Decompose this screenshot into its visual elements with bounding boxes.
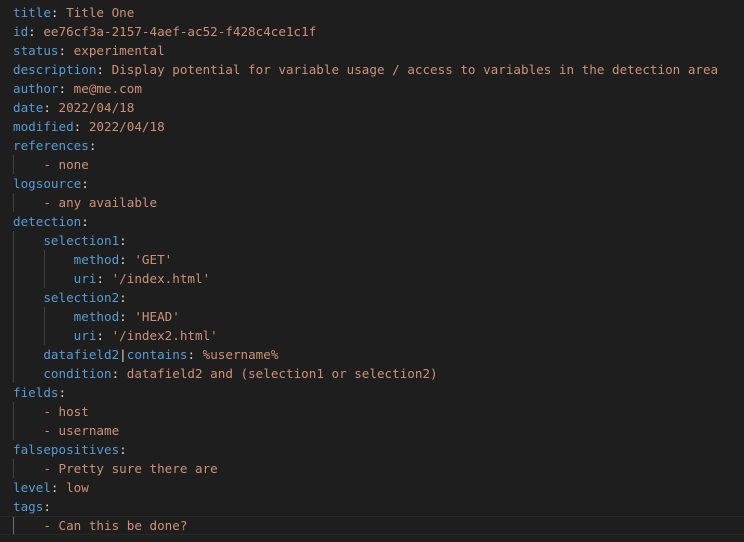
- indent-guide: [13, 288, 14, 307]
- indent-guide-active: [13, 517, 14, 534]
- code-line-id[interactable]: id: ee76cf3a-2157-4aef-ac52-f428c4ce1c1f: [0, 22, 744, 41]
- yaml-value: datafield2 and (selection1 or selection2…: [126, 366, 438, 381]
- yaml-key: modified: [13, 119, 74, 134]
- code-line-date[interactable]: date: 2022/04/18: [0, 98, 744, 117]
- yaml-key: description: [13, 62, 97, 77]
- code-line-selection1[interactable]: selection1:: [0, 231, 744, 250]
- yaml-value: '/index.html': [111, 271, 211, 286]
- yaml-value: ee76cf3a-2157-4aef-ac52-f428c4ce1c1f: [43, 24, 317, 39]
- yaml-list-item: - Pretty sure there are: [43, 461, 218, 476]
- yaml-list-item: - Can this be done?: [43, 518, 188, 533]
- code-line-datafield[interactable]: datafield2|contains: %username%: [0, 345, 744, 364]
- indent-guide: [13, 307, 14, 326]
- yaml-key: title: [13, 5, 51, 20]
- indent-guide: [44, 307, 45, 326]
- code-line-references-item[interactable]: - none: [0, 155, 744, 174]
- yaml-value: 'HEAD': [134, 309, 180, 324]
- yaml-value: '/index2.html': [111, 328, 218, 343]
- code-line-selection1-method[interactable]: method: 'GET': [0, 250, 744, 269]
- code-line-description[interactable]: description: Display potential for varia…: [0, 60, 744, 79]
- yaml-key: selection2: [43, 290, 120, 305]
- code-line-falsepositives-item[interactable]: - Pretty sure there are: [0, 459, 744, 478]
- yaml-key: status: [13, 43, 59, 58]
- yaml-value: low: [66, 480, 89, 495]
- code-line-fields-item[interactable]: - host: [0, 402, 744, 421]
- indent-guide: [13, 250, 14, 269]
- yaml-key: id: [13, 24, 29, 39]
- yaml-key: tags: [13, 499, 44, 514]
- yaml-key: method: [73, 309, 120, 324]
- code-line-fields-item[interactable]: - username: [0, 421, 744, 440]
- indent-guide: [13, 231, 14, 250]
- indent-guide: [13, 193, 14, 212]
- code-line-selection1-uri[interactable]: uri: '/index.html': [0, 269, 744, 288]
- yaml-value: 'GET': [134, 252, 173, 267]
- yaml-list-item: - host: [43, 404, 89, 419]
- yaml-key: detection: [13, 214, 82, 229]
- yaml-key: datafield2: [43, 347, 120, 362]
- code-line-fields[interactable]: fields:: [0, 383, 744, 402]
- code-line-condition[interactable]: condition: datafield2 and (selection1 or…: [0, 364, 744, 383]
- indent-guide: [13, 155, 14, 174]
- indent-guide: [13, 459, 14, 478]
- code-line-tags-item-current[interactable]: - Can this be done?: [0, 516, 744, 535]
- yaml-key: fields: [13, 385, 59, 400]
- yaml-key: condition: [43, 366, 112, 381]
- indent-guide: [44, 326, 45, 345]
- code-line-detection[interactable]: detection:: [0, 212, 744, 231]
- code-line-references[interactable]: references:: [0, 136, 744, 155]
- yaml-key: falsepositives: [13, 442, 120, 457]
- code-line-falsepositives[interactable]: falsepositives:: [0, 440, 744, 459]
- indent-guide: [13, 364, 14, 383]
- indent-guide: [44, 269, 45, 288]
- yaml-key: author: [13, 81, 59, 96]
- yaml-key: date: [13, 100, 44, 115]
- yaml-value: Display potential for variable usage / a…: [111, 62, 719, 77]
- code-line-logsource[interactable]: logsource:: [0, 174, 744, 193]
- yaml-value: 2022/04/18: [88, 119, 165, 134]
- yaml-value: 2022/04/18: [58, 100, 135, 115]
- indent-guide: [13, 345, 14, 364]
- indent-guide: [13, 402, 14, 421]
- indent-guide: [13, 326, 14, 345]
- yaml-key: uri: [73, 328, 97, 343]
- yaml-value: %username%: [202, 347, 279, 362]
- yaml-key-modifier: contains: [126, 347, 188, 362]
- code-line-level[interactable]: level: low: [0, 478, 744, 497]
- code-line-tags[interactable]: tags:: [0, 497, 744, 516]
- yaml-list-item: - any available: [43, 195, 158, 210]
- yaml-key: selection1: [43, 233, 120, 248]
- yaml-key: method: [73, 252, 120, 267]
- yaml-key: level: [13, 480, 51, 495]
- code-line-modified[interactable]: modified: 2022/04/18: [0, 117, 744, 136]
- indent-guide: [44, 250, 45, 269]
- yaml-value: me@me.com: [73, 81, 142, 96]
- code-line-title[interactable]: title: Title One: [0, 3, 744, 22]
- yaml-list-item: - username: [43, 423, 120, 438]
- yaml-list-item: - none: [43, 157, 89, 172]
- yaml-value: experimental: [73, 43, 165, 58]
- yaml-key: logsource: [13, 176, 82, 191]
- code-line-author[interactable]: author: me@me.com: [0, 79, 744, 98]
- code-line-selection2[interactable]: selection2:: [0, 288, 744, 307]
- yaml-value: Title One: [66, 5, 135, 20]
- yaml-key: uri: [73, 271, 97, 286]
- code-line-selection2-uri[interactable]: uri: '/index2.html': [0, 326, 744, 345]
- code-line-logsource-item[interactable]: - any available: [0, 193, 744, 212]
- code-line-status[interactable]: status: experimental: [0, 41, 744, 60]
- indent-guide: [13, 269, 14, 288]
- code-line-selection2-method[interactable]: method: 'HEAD': [0, 307, 744, 326]
- code-editor[interactable]: title: Title One id: ee76cf3a-2157-4aef-…: [0, 0, 744, 542]
- yaml-key: references: [13, 138, 89, 153]
- indent-guide: [13, 421, 14, 440]
